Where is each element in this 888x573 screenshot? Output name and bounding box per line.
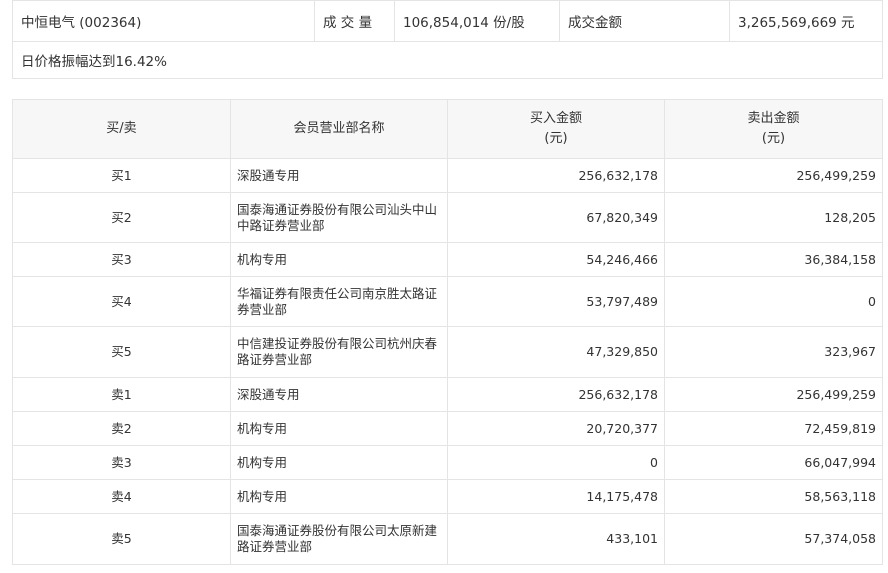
row-sell: 128,205 — [664, 192, 883, 243]
row-type: 买1 — [12, 158, 231, 193]
row-type: 买5 — [12, 326, 231, 378]
row-member: 深股通专用 — [230, 377, 448, 412]
row-buy: 433,101 — [447, 513, 665, 565]
row-type: 卖1 — [12, 377, 231, 412]
row-type: 卖3 — [12, 445, 231, 480]
table-row: 卖2 机构专用 20,720,377 72,459,819 — [12, 411, 883, 446]
row-member: 华福证券有限责任公司南京胜太路证券营业部 — [230, 276, 448, 327]
page: 中恒电气 (002364) 成 交 量 106,854,014 份/股 成交金额… — [0, 0, 888, 573]
table-row: 买4 华福证券有限责任公司南京胜太路证券营业部 53,797,489 0 — [12, 276, 883, 327]
row-member: 国泰海通证券股份有限公司太原新建路证券营业部 — [230, 513, 448, 565]
header-sell-unit: (元) — [761, 131, 786, 146]
row-sell: 58,563,118 — [664, 479, 883, 514]
table-row: 卖5 国泰海通证券股份有限公司太原新建路证券营业部 433,101 57,374… — [12, 513, 883, 565]
row-member: 机构专用 — [230, 242, 448, 277]
header-sell: 卖出金额 (元) — [664, 99, 883, 159]
volume-value: 106,854,014 份/股 — [394, 0, 560, 42]
table-header-row: 买/卖 会员营业部名称 买入金额 (元) 卖出金额 (元) — [12, 99, 883, 159]
amplitude-note: 日价格振幅达到16.42% — [12, 41, 883, 79]
row-type: 买3 — [12, 242, 231, 277]
row-type: 卖5 — [12, 513, 231, 565]
row-sell: 0 — [664, 276, 883, 327]
amount-value: 3,265,569,669 元 — [729, 0, 883, 42]
trading-table: 买/卖 会员营业部名称 买入金额 (元) 卖出金额 (元) 买1 深股通专用 2… — [12, 99, 883, 565]
row-sell: 256,499,259 — [664, 158, 883, 193]
row-member: 国泰海通证券股份有限公司汕头中山中路证券营业部 — [230, 192, 448, 243]
row-buy: 256,632,178 — [447, 377, 665, 412]
table-row: 买3 机构专用 54,246,466 36,384,158 — [12, 242, 883, 277]
row-sell: 72,459,819 — [664, 411, 883, 446]
header-buy-label: 买入金额 — [529, 111, 582, 126]
row-sell: 256,499,259 — [664, 377, 883, 412]
row-member: 机构专用 — [230, 445, 448, 480]
amount-label: 成交金额 — [559, 0, 730, 42]
table-row: 卖1 深股通专用 256,632,178 256,499,259 — [12, 377, 883, 412]
volume-label: 成 交 量 — [314, 0, 395, 42]
table-row: 卖3 机构专用 0 66,047,994 — [12, 445, 883, 480]
row-type: 卖4 — [12, 479, 231, 514]
row-sell: 323,967 — [664, 326, 883, 378]
summary-row: 中恒电气 (002364) 成 交 量 106,854,014 份/股 成交金额… — [12, 0, 883, 42]
summary-table: 中恒电气 (002364) 成 交 量 106,854,014 份/股 成交金额… — [12, 0, 883, 79]
table-row: 卖4 机构专用 14,175,478 58,563,118 — [12, 479, 883, 514]
row-sell: 66,047,994 — [664, 445, 883, 480]
row-type: 买2 — [12, 192, 231, 243]
header-buy-unit: (元) — [544, 131, 568, 146]
table-row: 买1 深股通专用 256,632,178 256,499,259 — [12, 158, 883, 193]
header-sell-label: 卖出金额 — [747, 111, 800, 126]
row-member: 深股通专用 — [230, 158, 448, 193]
row-buy: 20,720,377 — [447, 411, 665, 446]
row-member: 机构专用 — [230, 479, 448, 514]
header-buy: 买入金额 (元) — [447, 99, 665, 159]
row-sell: 57,374,058 — [664, 513, 883, 565]
row-sell: 36,384,158 — [664, 242, 883, 277]
row-buy: 256,632,178 — [447, 158, 665, 193]
row-buy: 53,797,489 — [447, 276, 665, 327]
header-type: 买/卖 — [12, 99, 231, 159]
row-type: 买4 — [12, 276, 231, 327]
summary-note-row: 日价格振幅达到16.42% — [12, 41, 883, 79]
row-buy: 14,175,478 — [447, 479, 665, 514]
row-type: 卖2 — [12, 411, 231, 446]
table-row: 买2 国泰海通证券股份有限公司汕头中山中路证券营业部 67,820,349 12… — [12, 192, 883, 243]
row-buy: 47,329,850 — [447, 326, 665, 378]
row-buy: 0 — [447, 445, 665, 480]
stock-name: 中恒电气 (002364) — [12, 0, 315, 42]
header-member: 会员营业部名称 — [230, 99, 448, 159]
row-member: 机构专用 — [230, 411, 448, 446]
row-buy: 67,820,349 — [447, 192, 665, 243]
row-buy: 54,246,466 — [447, 242, 665, 277]
row-member: 中信建投证券股份有限公司杭州庆春路证券营业部 — [230, 326, 448, 378]
table-row: 买5 中信建投证券股份有限公司杭州庆春路证券营业部 47,329,850 323… — [12, 326, 883, 378]
